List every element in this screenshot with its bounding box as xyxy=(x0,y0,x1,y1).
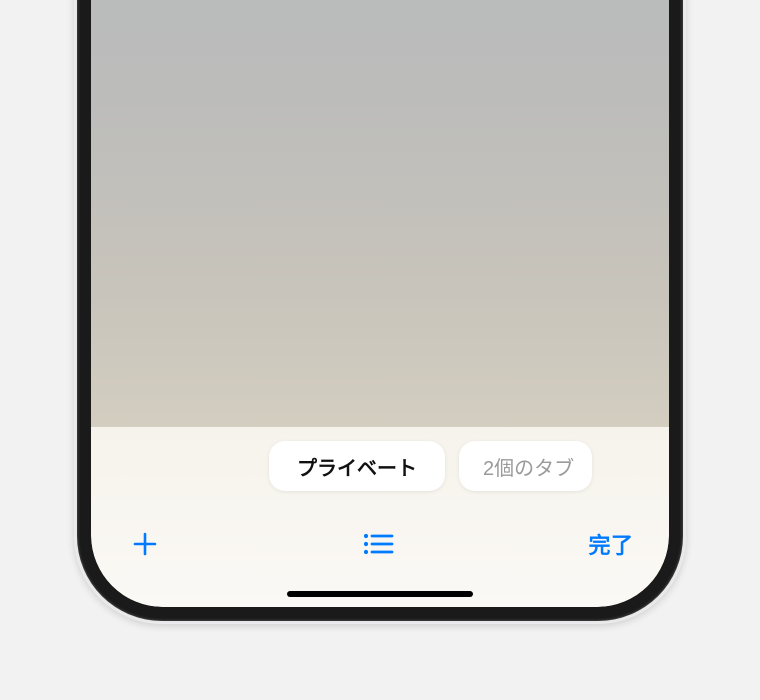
tab-group-private-label: プライベート xyxy=(297,452,417,481)
list-bullet-icon xyxy=(361,531,395,557)
tab-group-private[interactable]: プライベート xyxy=(269,441,445,491)
screen: プライベート 2個のタブ xyxy=(91,0,669,607)
tab-group-count-label: 2個のタブ xyxy=(483,452,574,481)
bottom-panel: プライベート 2個のタブ xyxy=(91,427,669,607)
new-tab-button[interactable] xyxy=(121,522,169,566)
toolbar: 完了 xyxy=(91,519,669,569)
tab-groups-row[interactable]: プライベート 2個のタブ xyxy=(91,441,669,495)
done-button[interactable]: 完了 xyxy=(587,522,635,566)
tab-groups-button[interactable] xyxy=(354,522,402,566)
plus-icon xyxy=(131,530,159,558)
phone-inner-frame: プライベート 2個のタブ xyxy=(91,0,669,607)
home-indicator[interactable] xyxy=(287,591,473,597)
tab-group-count[interactable]: 2個のタブ xyxy=(459,441,592,491)
phone-bezel: プライベート 2個のタブ xyxy=(77,0,683,621)
phone-outer-frame: プライベート 2個のタブ xyxy=(74,0,686,624)
background: プライベート 2個のタブ xyxy=(0,0,760,700)
done-label: 完了 xyxy=(588,528,633,560)
